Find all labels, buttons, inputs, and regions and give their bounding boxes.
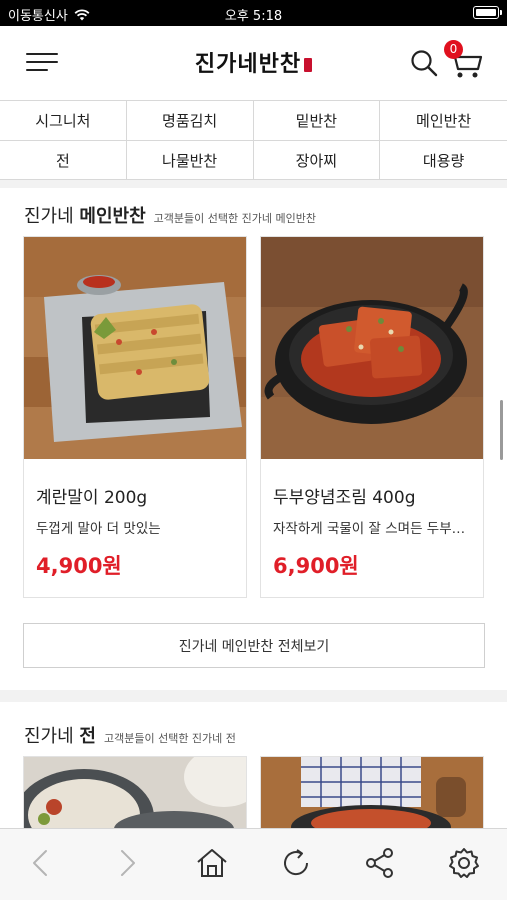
section-subtitle: 고객분들이 선택한 진가네 메인반찬 [153, 212, 316, 225]
product-price: 6,900원 [273, 554, 359, 578]
settings-icon[interactable] [446, 845, 482, 881]
forward-icon[interactable] [108, 845, 144, 881]
category-main-dishes[interactable]: 메인반찬 [380, 101, 507, 141]
product-description: 두껍게 말아 더 맛있는 [36, 521, 161, 537]
product-name[interactable]: 계란말이 200g [36, 483, 147, 508]
refresh-icon[interactable] [278, 845, 314, 881]
product-description: 자작하게 국물이 잘 스며든 두부… [273, 521, 466, 537]
seal-stamp-icon [304, 58, 313, 72]
back-icon[interactable] [24, 845, 60, 881]
product-price: 4,900원 [36, 554, 122, 578]
section-title-bold: 메인반찬 [79, 206, 146, 227]
product-image-egg-roll[interactable] [24, 237, 246, 459]
product-card[interactable]: 계란말이 200g 두껍게 말아 더 맛있는 4,900원 [23, 236, 247, 598]
brand-logo-text: 진가네반찬 [194, 51, 302, 77]
product-name[interactable]: 두부양념조림 400g [273, 483, 415, 508]
category-bulk[interactable]: 대용량 [380, 141, 507, 180]
section-divider [0, 180, 507, 188]
jeon-section-title: 진가네 전 고객분들이 선택한 진가네 전 [24, 722, 236, 748]
share-icon[interactable] [362, 845, 398, 881]
status-bar: 이동통신사 오후 5:18 [0, 0, 507, 26]
product-image-braised-tofu[interactable] [261, 237, 483, 459]
section-title-bold: 전 [79, 726, 96, 747]
category-grid: 시그니처 명품김치 밑반찬 메인반찬 전 나물반찬 장아찌 대용량 [0, 100, 507, 180]
category-side-dishes[interactable]: 밑반찬 [253, 101, 381, 141]
section-subtitle: 고객분들이 선택한 진가네 전 [103, 732, 236, 745]
section-title-prefix: 진가네 [24, 206, 74, 227]
cart-count-badge: 0 [444, 40, 463, 59]
category-premium-kimchi[interactable]: 명품김치 [126, 101, 254, 141]
search-icon[interactable] [409, 48, 439, 78]
scrollbar-thumb[interactable] [500, 400, 503, 460]
category-jeon[interactable]: 전 [0, 141, 127, 180]
product-image-jeon-2[interactable] [260, 756, 484, 828]
main-dish-section-title: 진가네 메인반찬 고객분들이 선택한 진가네 메인반찬 [24, 202, 316, 228]
clock: 오후 5:18 [224, 9, 283, 24]
category-pickles[interactable]: 장아찌 [254, 141, 381, 180]
bottom-toolbar [0, 828, 507, 900]
battery-icon [473, 6, 502, 19]
product-image-jeon-1[interactable] [23, 756, 247, 828]
app-header: 진가네반찬 0 [0, 26, 507, 100]
category-namul[interactable]: 나물반찬 [127, 141, 254, 180]
product-card[interactable]: 두부양념조림 400g 자작하게 국물이 잘 스며든 두부… 6,900원 [260, 236, 484, 598]
category-signature[interactable]: 시그니처 [0, 101, 127, 141]
view-all-main-dishes-button[interactable]: 진가네 메인반찬 전체보기 [23, 623, 485, 668]
home-icon[interactable] [194, 845, 230, 881]
section-divider [0, 690, 507, 702]
section-title-prefix: 진가네 [24, 726, 74, 747]
